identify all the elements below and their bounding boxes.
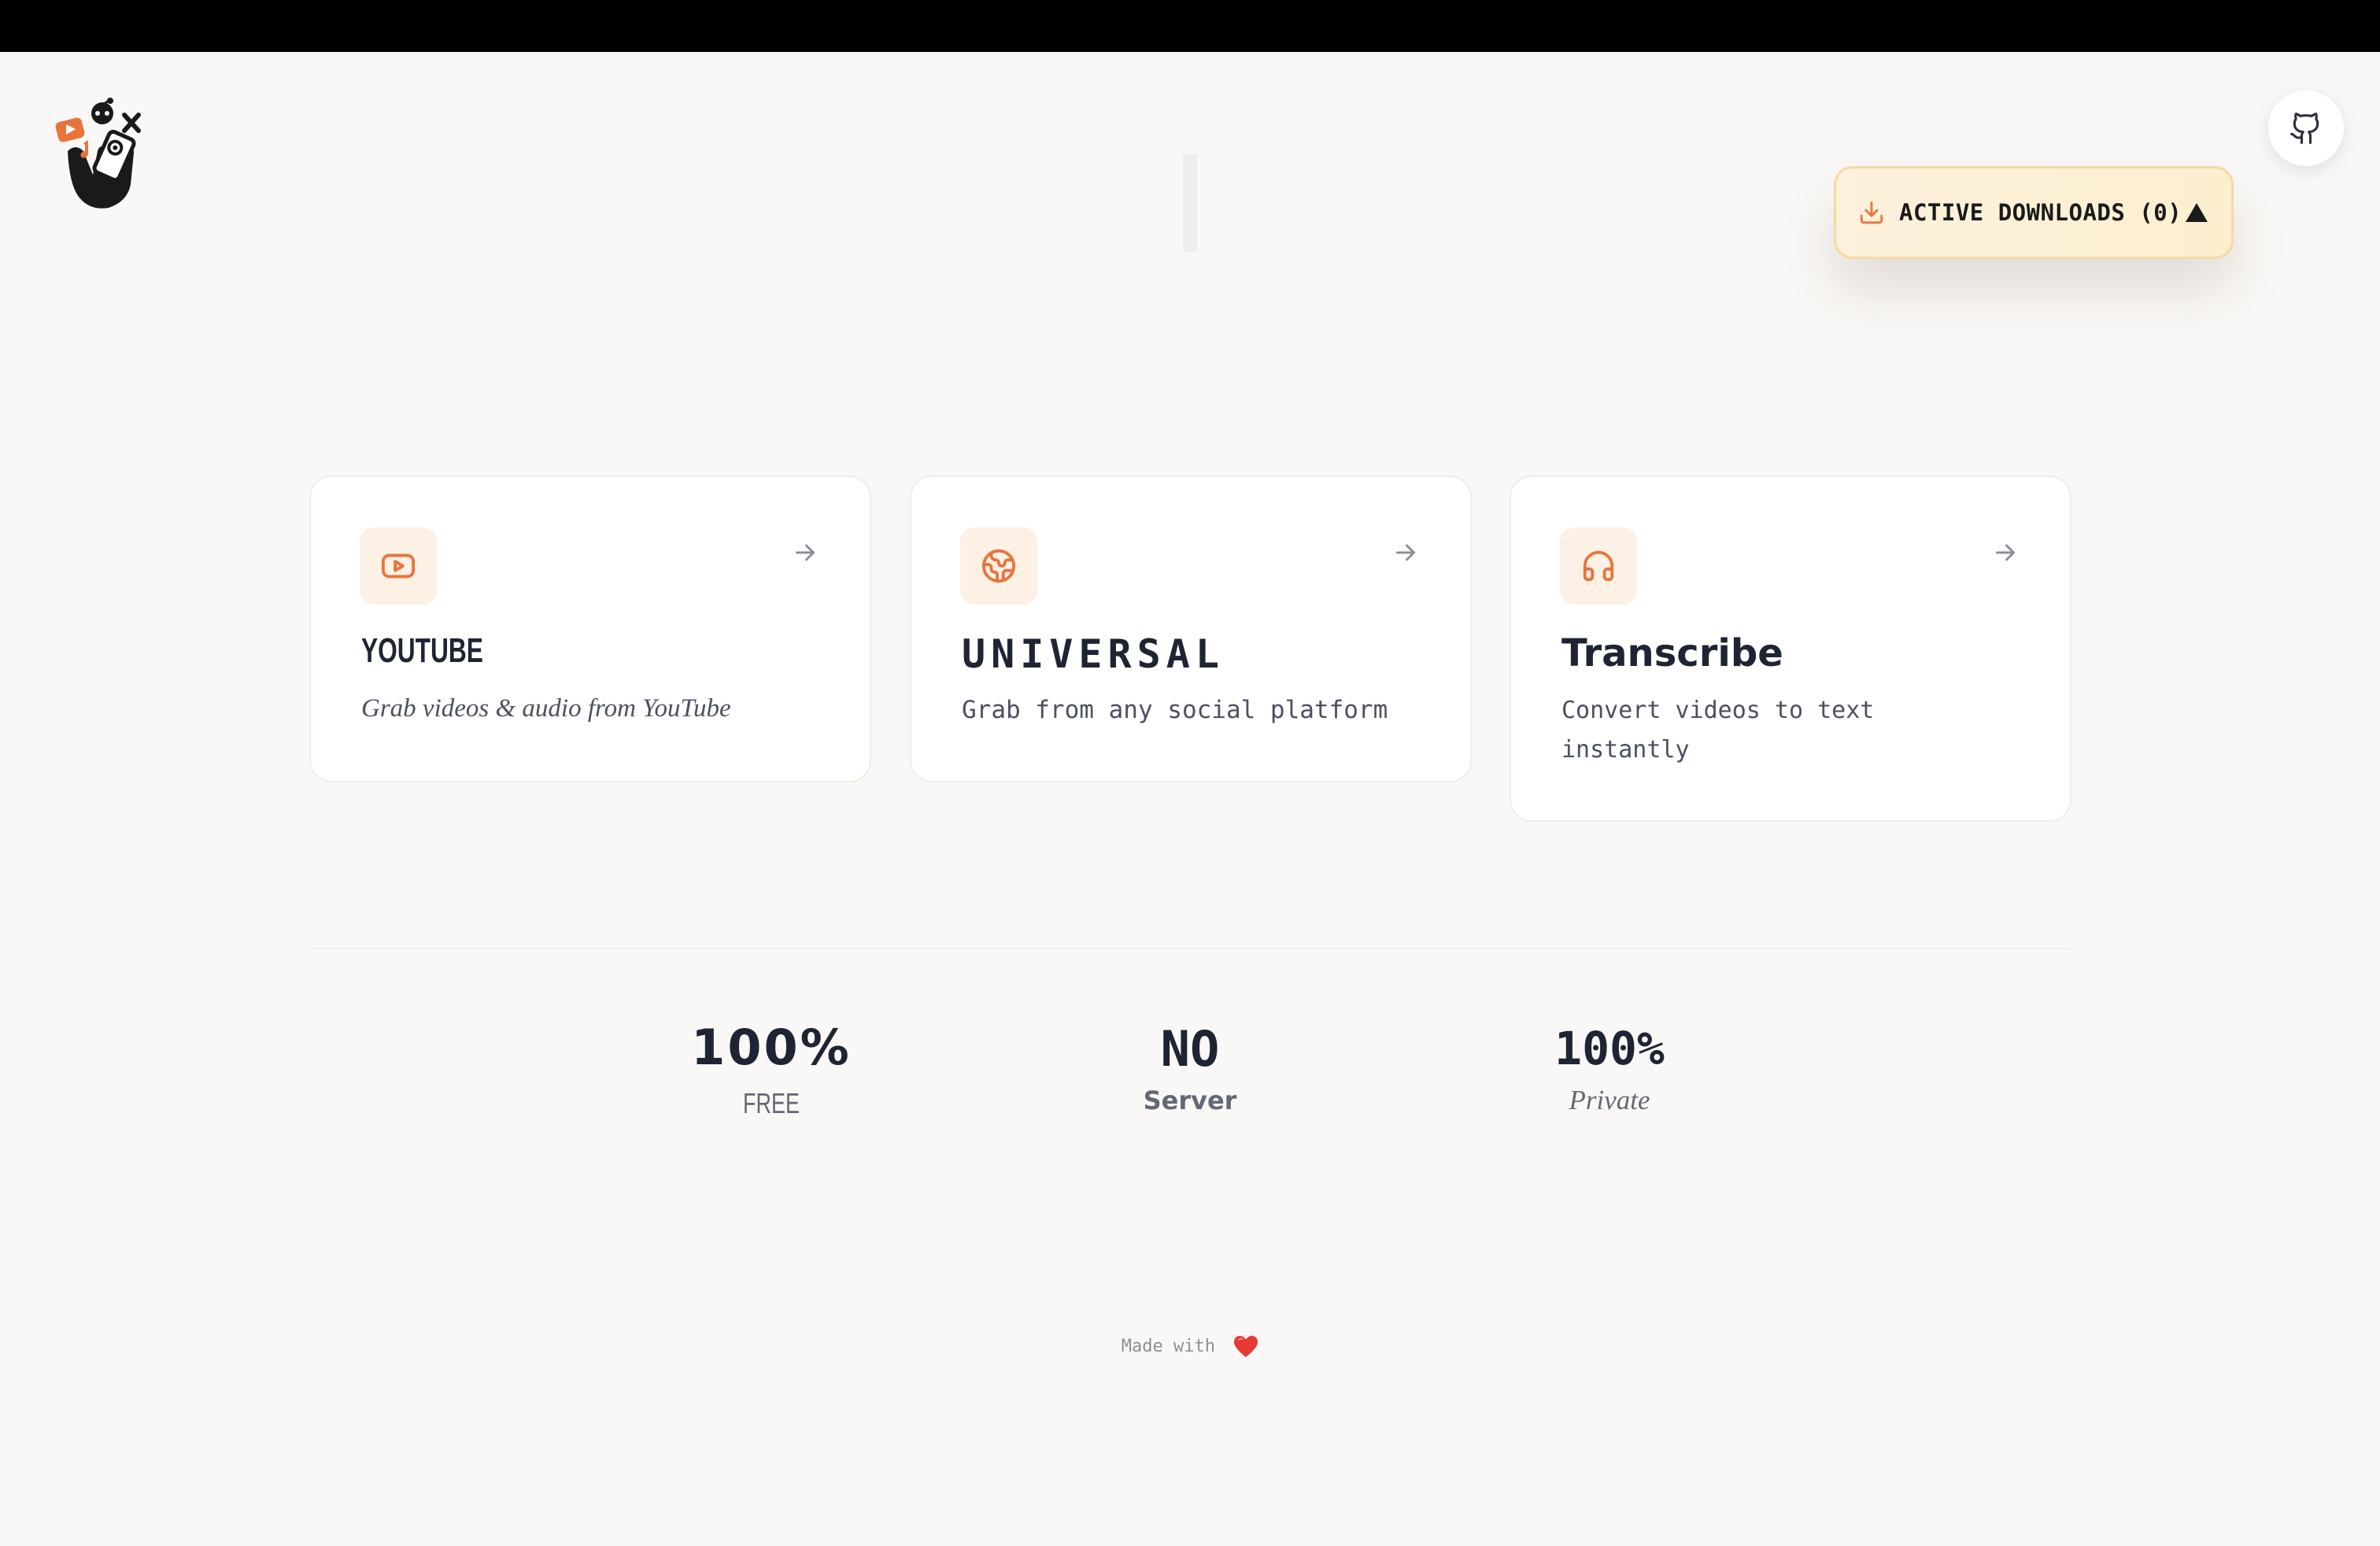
arrow-right-icon bbox=[1391, 538, 1420, 567]
arrow-right-icon bbox=[791, 538, 819, 567]
card-title: YOUTUBE bbox=[361, 631, 483, 670]
stat-value: NO bbox=[1160, 1020, 1220, 1078]
title-placeholder bbox=[1183, 154, 1197, 252]
download-icon bbox=[1858, 199, 1885, 226]
stat-value: 100% bbox=[1554, 1022, 1665, 1075]
stat-value: 100% bbox=[691, 1019, 852, 1076]
youtube-icon bbox=[360, 527, 437, 605]
headphones-icon bbox=[1560, 527, 1637, 605]
arrow-right-icon bbox=[1991, 538, 2020, 567]
card-transcribe[interactable]: Transcribe Convert videos to text instan… bbox=[1510, 475, 2071, 822]
stat-label: Server bbox=[1143, 1086, 1237, 1115]
github-button[interactable] bbox=[2268, 91, 2344, 166]
github-icon bbox=[2290, 113, 2319, 144]
stat-server: NO Server bbox=[1048, 1020, 1332, 1115]
footer-text: Made with bbox=[1121, 1337, 1215, 1356]
browser-top-bar bbox=[0, 0, 2380, 52]
card-youtube[interactable]: YOUTUBE Grab videos & audio from YouTube bbox=[309, 475, 871, 782]
globe-icon bbox=[960, 527, 1037, 605]
stat-private: 100% Private bbox=[1468, 1022, 1751, 1116]
stat-label: Private bbox=[1569, 1085, 1650, 1115]
footer: Made with bbox=[1033, 1335, 1347, 1359]
card-description: Convert videos to text instantly bbox=[1561, 697, 1875, 764]
active-downloads-toggle[interactable]: ACTIVE DOWNLOADS (0) bbox=[1834, 166, 2234, 259]
hand-with-social-icons-logo bbox=[55, 98, 141, 209]
app-logo[interactable] bbox=[52, 96, 154, 214]
card-title: UNIVERSAL bbox=[962, 631, 1225, 677]
section-divider bbox=[309, 948, 2071, 949]
heart-icon bbox=[1233, 1335, 1258, 1359]
triangle-up-icon[interactable] bbox=[2184, 201, 2209, 224]
stat-label: FREE bbox=[742, 1087, 800, 1119]
active-downloads-label: ACTIVE DOWNLOADS (0) bbox=[1899, 199, 2182, 226]
card-universal[interactable]: UNIVERSAL Grab from any social platform bbox=[910, 475, 1472, 782]
stat-free: 100% FREE bbox=[630, 1019, 913, 1120]
card-title: Transcribe bbox=[1561, 631, 1783, 675]
card-description: Grab from any social platform bbox=[962, 696, 1388, 724]
card-description: Grab videos & audio from YouTube bbox=[361, 694, 731, 723]
